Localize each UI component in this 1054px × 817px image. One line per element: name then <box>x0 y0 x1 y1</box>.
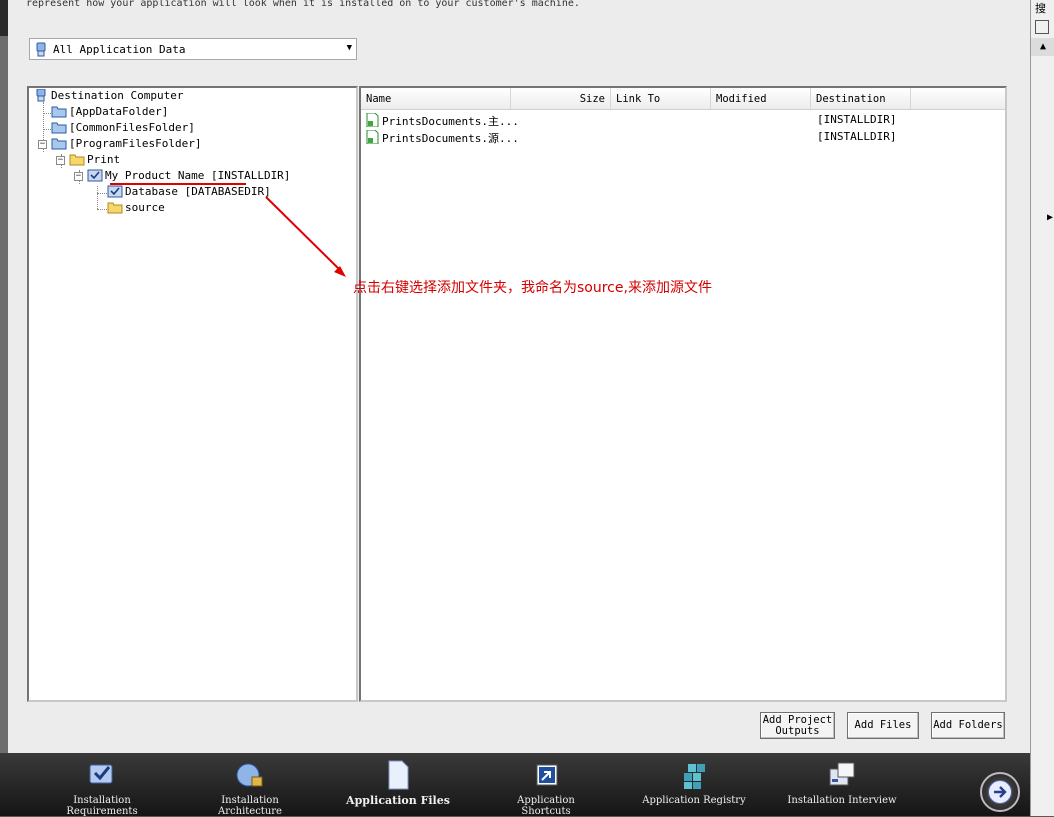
collapse-toggle[interactable]: − <box>38 140 47 149</box>
chevron-down-icon[interactable]: ▼ <box>347 43 352 53</box>
blue-folder-icon <box>51 138 67 150</box>
destination-tree[interactable]: Destination Computer [AppDataFolder] [Co… <box>27 86 358 702</box>
annotation-text: 点击右键选择添加文件夹，我命名为source,来添加源文件 <box>353 280 712 296</box>
tree-node-label: [AppDataFolder] <box>69 105 169 118</box>
column-header-link-to[interactable]: Link To <box>611 88 711 109</box>
file-row[interactable]: PrintsDocuments.源... [INSTALLDIR] <box>361 128 1005 145</box>
column-header-modified[interactable]: Modified <box>711 88 811 109</box>
file-name: PrintsDocuments.源... <box>382 132 519 145</box>
tree-node-label: [CommonFilesFolder] <box>69 121 195 134</box>
file-name: PrintsDocuments.主... <box>382 115 519 128</box>
nav-application-shortcuts[interactable]: Application Shortcuts <box>491 753 601 817</box>
yellow-folder-icon <box>107 202 123 214</box>
application-files-panel: represent how your application will look… <box>8 0 1030 753</box>
collapse-toggle[interactable]: − <box>56 156 65 165</box>
next-button[interactable] <box>980 772 1020 812</box>
scroll-up-arrow-icon[interactable]: ▲ <box>1031 38 1054 56</box>
shortcut-icon <box>536 764 558 786</box>
nav-label: Application Registry <box>642 795 746 806</box>
nav-application-files[interactable]: Application Files <box>343 753 453 816</box>
yellow-folder-icon <box>69 154 85 166</box>
page-description: represent how your application will look… <box>26 0 580 9</box>
nav-application-registry[interactable]: Application Registry <box>639 753 749 816</box>
nav-installation-interview[interactable]: Installation Interview <box>787 753 897 816</box>
requirements-icon <box>89 764 113 784</box>
file-row[interactable]: PrintsDocuments.主... [INSTALLDIR] <box>361 111 1005 128</box>
nav-label: Installation Interview <box>787 795 897 806</box>
checked-folder-icon <box>107 185 123 198</box>
tree-connector <box>43 129 51 130</box>
expand-arrow-icon[interactable]: ▶ <box>1047 212 1053 223</box>
document-icon <box>388 760 409 790</box>
add-project-outputs-button[interactable]: Add Project Outputs <box>760 712 835 739</box>
nav-installation-architecture[interactable]: Installation Architecture <box>195 753 305 817</box>
right-side-panel: 搜 ▲ ▶ <box>1030 0 1054 816</box>
tree-node-label: [ProgramFilesFolder] <box>69 137 202 150</box>
view-select-dropdown[interactable]: All Application Data ▼ <box>29 38 357 60</box>
side-panel-text: 搜 <box>1035 2 1046 15</box>
column-header-size[interactable]: Size <box>511 88 611 109</box>
file-destination: [INSTALLDIR] <box>817 130 897 143</box>
file-destination: [INSTALLDIR] <box>817 113 897 126</box>
file-list-header: Name Size Link To Modified Destination <box>361 88 1005 110</box>
collapse-toggle[interactable]: − <box>74 172 83 181</box>
nav-label: Installation Architecture <box>218 795 282 817</box>
bottom-navigation-bar: Installation Requirements Installation A… <box>0 753 1030 817</box>
pin-icon[interactable] <box>1035 20 1049 34</box>
tree-node-label: My Product Name [INSTALLDIR] <box>105 169 291 182</box>
view-select-value: All Application Data <box>53 43 186 56</box>
tree-node-label: Database [DATABASEDIR] <box>125 185 271 198</box>
add-folders-button[interactable]: Add Folders <box>931 712 1005 739</box>
tree-connector <box>43 113 51 114</box>
architecture-icon <box>236 763 263 787</box>
nav-label: Installation Requirements <box>66 795 138 817</box>
computer-icon <box>36 42 46 57</box>
nav-label: Application Shortcuts <box>517 795 575 817</box>
add-files-button[interactable]: Add Files <box>847 712 919 739</box>
tree-connector <box>97 186 98 209</box>
nav-label: Application Files <box>346 794 450 807</box>
left-edge-strip <box>0 0 8 753</box>
nav-installation-requirements[interactable]: Installation Requirements <box>47 753 157 817</box>
interview-icon <box>829 762 855 786</box>
computer-icon <box>36 89 46 102</box>
tree-node-label: Print <box>87 153 121 166</box>
tree-node-label: source <box>125 201 165 214</box>
tree-connector <box>97 193 107 194</box>
arrow-right-icon <box>988 780 1012 804</box>
left-edge-dark <box>0 0 8 36</box>
file-list[interactable]: Name Size Link To Modified Destination P… <box>359 86 1007 702</box>
registry-icon <box>684 764 705 789</box>
blue-folder-icon <box>51 122 67 134</box>
file-icon <box>366 130 379 144</box>
tree-node-label: Destination Computer <box>51 89 184 102</box>
blue-folder-icon <box>51 106 67 118</box>
tree-connector <box>97 209 107 210</box>
file-icon <box>366 113 379 127</box>
column-header-name[interactable]: Name <box>361 88 511 109</box>
checked-folder-icon <box>87 169 103 182</box>
column-header-destination[interactable]: Destination <box>811 88 911 109</box>
